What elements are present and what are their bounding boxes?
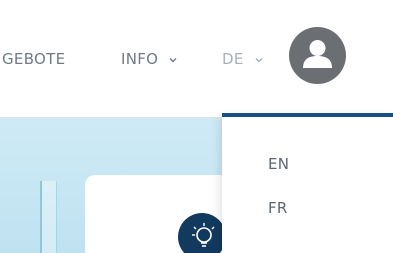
language-dropdown-menu: EN FR [222,113,393,253]
user-avatar-button[interactable] [289,27,346,84]
user-icon [303,40,332,68]
language-option-fr[interactable]: FR [268,199,288,217]
nav-offers-link[interactable]: GEBOTE [2,50,65,68]
lightbulb-icon [192,223,215,247]
nav-offers-label: GEBOTE [2,50,66,68]
chevron-down-icon [169,57,177,62]
language-selector[interactable]: DE [222,50,263,68]
hero-badge [178,213,226,253]
hero-glass-prop [40,181,57,253]
chevron-down-icon [255,57,263,62]
nav-info-dropdown[interactable]: INFO [121,50,177,68]
top-navigation: GEBOTE INFO DE [0,0,393,118]
nav-info-label: INFO [121,50,159,68]
language-selector-label: DE [222,50,244,68]
page: GEBOTE INFO DE EN FR [0,0,393,253]
language-option-en[interactable]: EN [268,155,289,173]
